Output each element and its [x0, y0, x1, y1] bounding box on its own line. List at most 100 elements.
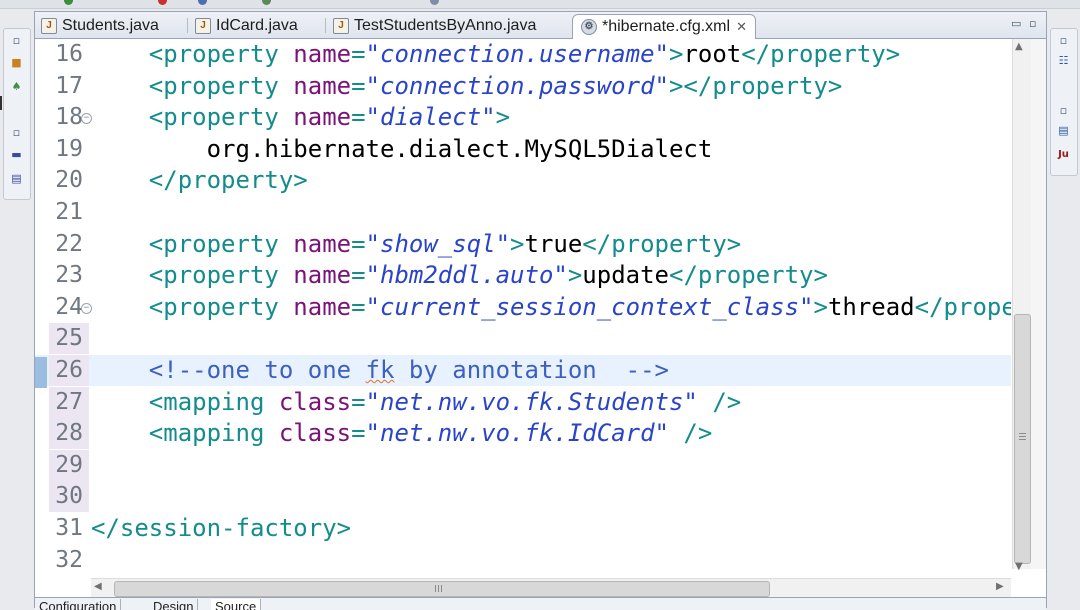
code-token-cmt-sq: fk	[365, 356, 395, 384]
scroll-right-icon[interactable]: ▶	[996, 581, 1004, 592]
code-text: <mapping class="net.nw.vo.fk.IdCard" />	[91, 418, 713, 449]
line-number: 19	[55, 135, 83, 162]
line-number: 32	[55, 546, 83, 569]
line-number: 22	[55, 230, 83, 257]
code-line[interactable]: 30	[35, 481, 1011, 513]
tab-idcard-java[interactable]: J IdCard.java	[195, 14, 298, 37]
code-line[interactable]: 24− <property name="current_session_cont…	[35, 292, 1011, 323]
code-token-val: "hbm2ddl.auto"	[365, 261, 568, 290]
line-number: 16	[55, 41, 83, 67]
code-text: <!--one to one fk by annotation -->	[91, 355, 669, 386]
code-token-val: "connection.username"	[365, 40, 669, 68]
code-line[interactable]: 31 </session-factory>	[35, 513, 1011, 544]
current-line-marker	[35, 357, 47, 388]
code-token-cmt: <!--one to one	[148, 356, 366, 384]
code-token-tag: >	[813, 292, 828, 321]
code-token-tag: >	[510, 229, 525, 258]
code-line[interactable]: 18− <property name="dialect">	[35, 102, 1011, 133]
line-number: 30	[55, 483, 83, 510]
code-token-tag: </property>	[148, 166, 308, 195]
minimize-icon[interactable]: ▭	[1011, 17, 1021, 30]
code-line[interactable]: 16 <property name="connection.username">…	[35, 39, 1011, 70]
line-number: 26	[55, 357, 83, 383]
code-token-tag: =	[351, 261, 366, 290]
code-area[interactable]: 16 <property name="connection.username">…	[35, 39, 1011, 569]
scroll-down-icon[interactable]: ▼	[1015, 561, 1023, 572]
code-token-tag: <property	[148, 103, 294, 132]
code-token-tag: </session-factory>	[91, 514, 352, 542]
code-token-text: root	[683, 40, 742, 68]
restore-icon-2[interactable]: ▫	[10, 127, 23, 139]
outline-icon[interactable]: ▤	[10, 173, 23, 185]
code-text: <property name="show_sql">true</property…	[91, 229, 741, 260]
code-text: <property name="hbm2ddl.auto">update</pr…	[91, 260, 828, 291]
code-line[interactable]: 22 <property name="show_sql">true</prope…	[35, 229, 1011, 260]
code-token-val: "net.nw.vo.fk.Students"	[365, 387, 698, 416]
java-file-icon: J	[195, 17, 211, 34]
code-line[interactable]: 23 <property name="hbm2ddl.auto">update<…	[35, 260, 1011, 291]
scroll-left-icon[interactable]: ◀	[94, 581, 102, 592]
line-number: 27	[55, 388, 83, 415]
toolbar-stop-icon[interactable]	[158, 0, 167, 5]
tab-hibernate-cfg-xml[interactable]: ⚙ *hibernate.cfg.xml ✕	[572, 14, 756, 39]
vertical-scroll-thumb[interactable]	[1014, 314, 1031, 564]
line-number: 18	[55, 104, 83, 131]
junit-icon[interactable]: Ju	[1057, 149, 1070, 161]
line-number: 31	[55, 515, 83, 541]
code-line[interactable]: 20 </property>	[35, 165, 1011, 196]
code-token-val: "show_sql"	[365, 229, 511, 258]
code-line[interactable]: 29	[35, 449, 1011, 481]
task-list-icon[interactable]: ☷	[1057, 55, 1070, 67]
code-line[interactable]: 19 org.hibernate.dialect.MySQL5Dialect	[35, 134, 1011, 165]
close-tab-icon[interactable]: ✕	[736, 19, 747, 35]
code-line[interactable]: 25	[35, 323, 1011, 355]
code-token-attr: name	[293, 261, 352, 290]
tab-students-java[interactable]: J Students.java	[41, 14, 159, 37]
code-token-tag: <mapping	[148, 387, 279, 416]
code-token-attr: name	[293, 229, 352, 258]
package-explorer-icon[interactable]: ■	[10, 57, 23, 69]
code-line[interactable]: 26 <!--one to one fk by annotation -->	[35, 355, 1011, 386]
restore-icon[interactable]: ▫	[10, 35, 23, 47]
scroll-up-icon[interactable]: ▲	[1015, 41, 1023, 52]
code-token-tag: </property>	[914, 292, 1011, 321]
page-tab-source[interactable]: Source	[211, 599, 262, 610]
horizontal-scrollbar[interactable]: ◀ ▶	[91, 578, 1011, 597]
code-token-tag: </property>	[669, 261, 828, 290]
code-token-tag: <property	[148, 261, 294, 290]
code-token-text: thread	[827, 292, 915, 321]
code-line[interactable]: 17 <property name="connection.password">…	[35, 71, 1011, 102]
code-line[interactable]: 21	[35, 197, 1011, 228]
toolbar-search-icon[interactable]	[430, 0, 439, 5]
toolbar-run-icon[interactable]	[64, 0, 73, 5]
xml-config-icon: ⚙	[581, 19, 597, 35]
restore-icon-right[interactable]: ▫	[1057, 35, 1070, 47]
horizontal-scroll-thumb[interactable]	[114, 581, 770, 597]
xml-editor: J Students.java J IdCard.java J TestStud…	[34, 11, 1047, 610]
code-text: <mapping class="net.nw.vo.fk.Students" /…	[91, 387, 741, 418]
maximize-icon[interactable]: ▫	[1029, 17, 1036, 30]
code-token-text: true	[524, 229, 583, 258]
code-token-tag: =	[351, 103, 366, 132]
page-tab-design[interactable]: Design	[149, 599, 199, 610]
code-line[interactable]: 32	[35, 545, 1011, 569]
code-line[interactable]: 27 <mapping class="net.nw.vo.fk.Students…	[35, 386, 1011, 418]
overview-ruler	[1031, 39, 1046, 569]
code-token-tag: =	[351, 292, 366, 321]
code-token-tag: </property>	[741, 40, 901, 68]
tab-teststudentsbyanno-java[interactable]: J TestStudentsByAnno.java	[333, 14, 536, 37]
restore-icon-right-2[interactable]: ▫	[1057, 105, 1070, 117]
tab-separator	[325, 18, 326, 33]
console-icon[interactable]: ▬	[10, 149, 23, 161]
vertical-scrollbar[interactable]: ▲ ▼	[1012, 39, 1031, 572]
hierarchy-icon[interactable]: ♠	[10, 81, 23, 93]
outline-view-icon[interactable]: ▤	[1057, 125, 1070, 137]
toolbar-debug-icon[interactable]	[198, 0, 207, 5]
code-line[interactable]: 28 <mapping class="net.nw.vo.fk.IdCard" …	[35, 418, 1011, 450]
code-token-text: update	[582, 261, 669, 290]
toolbar-refresh-icon[interactable]	[262, 0, 271, 5]
page-tab-configuration[interactable]: Configuration	[35, 599, 122, 610]
code-token-attr: name	[293, 40, 352, 68]
code-token-tag: >	[567, 261, 583, 290]
